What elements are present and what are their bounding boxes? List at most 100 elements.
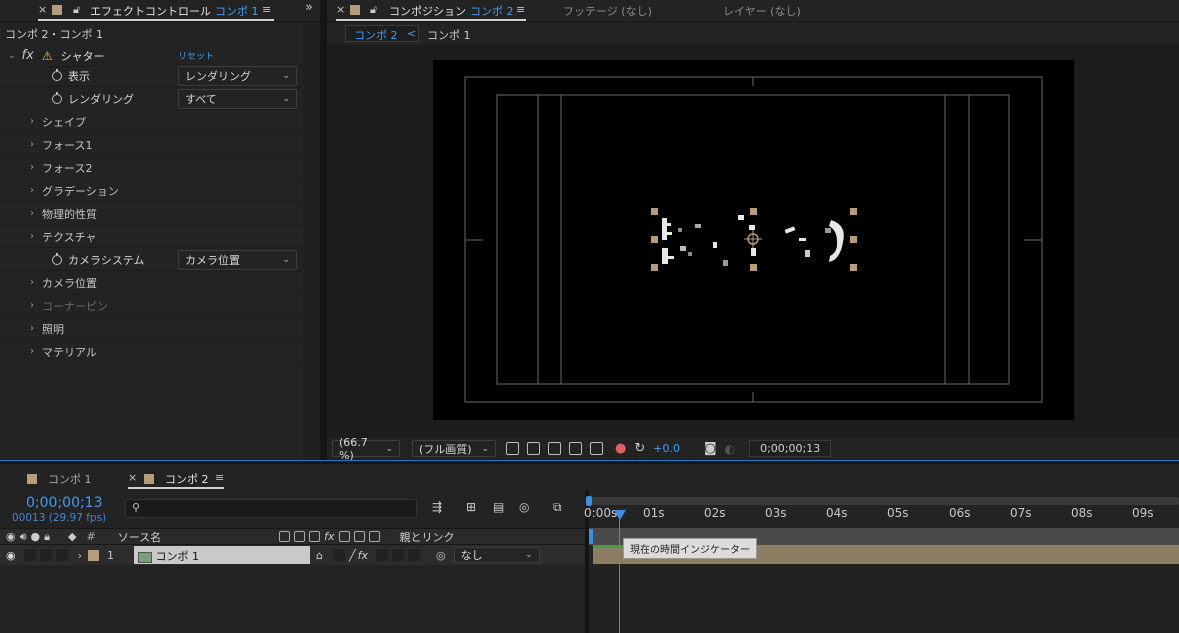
solo-toggle[interactable]: [39, 549, 52, 561]
transparency-grid-icon[interactable]: [527, 442, 540, 455]
group-row-camera-position[interactable]: › カメラ位置: [0, 272, 302, 294]
tab-composition[interactable]: コンポジション: [389, 3, 466, 19]
group-row-lighting[interactable]: › 照明: [0, 318, 302, 340]
graph-editor-icon[interactable]: ⧉: [553, 500, 562, 515]
fx-switch-icon[interactable]: fx: [324, 530, 334, 543]
quality-switch-icon[interactable]: ╱: [349, 549, 356, 562]
3d-layer-icon[interactable]: [368, 531, 380, 542]
tab-close-icon[interactable]: ×: [38, 3, 47, 16]
camera-system-dropdown[interactable]: カメラ位置 ⌄: [178, 250, 297, 270]
composition-viewer[interactable]: [433, 60, 1074, 420]
stopwatch-icon[interactable]: [52, 91, 62, 104]
group-row-physics[interactable]: › 物理的性質: [0, 203, 302, 225]
audio-toggle[interactable]: [23, 549, 36, 561]
snapshot-camera-icon[interactable]: ◙: [704, 441, 717, 456]
stopwatch-icon[interactable]: [52, 68, 62, 81]
color-channel-icon[interactable]: ●: [615, 441, 626, 456]
reset-link[interactable]: リセット: [178, 49, 214, 62]
lock-toggle[interactable]: [55, 549, 68, 561]
chevron-down-icon[interactable]: ⌄: [8, 51, 16, 61]
column-source-name[interactable]: ソース名: [118, 529, 161, 545]
show-snapshot-icon[interactable]: ◐: [725, 442, 735, 456]
shy-switch-icon[interactable]: ⌂: [316, 549, 323, 562]
eye-icon[interactable]: ◉: [6, 530, 16, 543]
tab-layer[interactable]: レイヤー (なし): [723, 3, 801, 19]
zoom-dropdown[interactable]: (66.7 %) ⌄: [332, 436, 400, 462]
shy-layers-icon[interactable]: ▤: [493, 500, 504, 514]
group-row-texture[interactable]: › テクスチャ: [0, 226, 302, 248]
draft-3d-icon[interactable]: ⊞: [466, 500, 476, 514]
fx-switch[interactable]: fx: [358, 549, 368, 562]
collapse-icon[interactable]: [294, 531, 306, 542]
chevron-right-icon[interactable]: ›: [30, 139, 34, 150]
time-navigator-start-handle[interactable]: [586, 496, 592, 506]
adjustment-layer-icon[interactable]: [353, 531, 365, 542]
chevron-right-icon[interactable]: ›: [30, 277, 34, 288]
exposure-value[interactable]: +0.0: [653, 442, 680, 455]
current-time-indicator-line[interactable]: [619, 510, 620, 633]
expand-icon[interactable]: »: [305, 0, 313, 15]
chevron-right-icon[interactable]: ›: [30, 162, 34, 173]
comp-timecode[interactable]: 0;00;00;13: [749, 440, 832, 457]
parent-dropdown[interactable]: なし ⌄: [453, 547, 540, 563]
comp-flowchart-icon[interactable]: ⇶: [432, 500, 442, 514]
switches-icon[interactable]: [279, 531, 291, 542]
panel-menu-icon[interactable]: ≡: [215, 471, 224, 484]
tab-effect-controls[interactable]: エフェクトコントロール: [90, 3, 211, 19]
adjustment-switch[interactable]: [392, 549, 405, 561]
quality-icon[interactable]: [309, 531, 321, 542]
column-parent-link[interactable]: 親とリンク: [400, 529, 455, 545]
chevron-right-icon[interactable]: ›: [30, 346, 34, 357]
current-timecode[interactable]: 0;00;00;13: [26, 495, 103, 511]
group-row-force1[interactable]: › フォース1: [0, 134, 302, 156]
tab-close-icon[interactable]: ×: [336, 3, 345, 16]
timeline-search-field[interactable]: ⚲: [125, 499, 417, 518]
motion-blur-icon[interactable]: [338, 531, 350, 542]
safe-zones-icon[interactable]: [569, 442, 582, 455]
chevron-right-icon[interactable]: ›: [30, 185, 34, 196]
comp-navigator-parent[interactable]: コンポ 1: [427, 27, 471, 43]
chevron-right-icon[interactable]: ›: [30, 231, 34, 242]
motion-blur-switch[interactable]: [376, 549, 389, 561]
grid-icon[interactable]: [590, 442, 603, 455]
chevron-right-icon[interactable]: ›: [78, 549, 82, 562]
work-area-start-handle[interactable]: [589, 529, 593, 544]
tab-footage[interactable]: フッテージ (なし): [563, 3, 652, 19]
comp-navigator-current[interactable]: コンポ 2 <: [345, 25, 419, 42]
audio-icon[interactable]: 🔊︎: [20, 530, 27, 544]
timeline-body[interactable]: [589, 565, 1179, 633]
group-row-gradient[interactable]: › グラデーション: [0, 180, 302, 202]
mask-visibility-icon[interactable]: [548, 442, 561, 455]
frame-blending-icon[interactable]: ◎: [519, 500, 529, 514]
group-row-corner-pin[interactable]: › コーナーピン: [0, 295, 302, 317]
scrollbar-track[interactable]: [302, 22, 320, 460]
reset-exposure-icon[interactable]: ↻: [634, 441, 645, 456]
effect-header-row[interactable]: ⌄ fx ⚠ シャター リセット: [0, 45, 302, 67]
chevron-right-icon[interactable]: ›: [30, 208, 34, 219]
label-tag-icon[interactable]: ◆: [68, 530, 76, 543]
solo-icon[interactable]: ●: [31, 530, 41, 543]
tab-close-icon[interactable]: ×: [128, 471, 137, 484]
layer-name-cell[interactable]: コンポ 1: [134, 546, 311, 564]
panel-menu-icon[interactable]: ≡: [262, 3, 271, 16]
lock-icon[interactable]: 🔒︎: [44, 530, 50, 544]
layer-label-color[interactable]: [88, 549, 100, 561]
lock-icon[interactable]: 🔓︎: [370, 3, 377, 17]
group-row-material[interactable]: › マテリアル: [0, 341, 302, 363]
current-time-indicator-handle[interactable]: [614, 510, 626, 520]
resolution-dropdown[interactable]: (フル画質) ⌄: [412, 440, 496, 457]
fast-preview-icon[interactable]: [506, 442, 519, 455]
layer-row[interactable]: ◉ › 1 コンポ 1 ⌂ ╱ fx ◎ なし ⌄: [0, 545, 585, 565]
chevron-right-icon[interactable]: ›: [30, 116, 34, 127]
timeline-tab-comp1[interactable]: コンポ 1: [48, 471, 92, 487]
chevron-right-icon[interactable]: ›: [30, 300, 34, 311]
panel-divider-vertical[interactable]: [320, 0, 327, 460]
pick-whip-icon[interactable]: ◎: [436, 549, 446, 562]
render-dropdown[interactable]: すべて ⌄: [178, 89, 297, 109]
chevron-right-icon[interactable]: ›: [30, 323, 34, 334]
3d-switch[interactable]: [408, 549, 421, 561]
visibility-eye-icon[interactable]: ◉: [6, 549, 16, 562]
timeline-tab-comp2[interactable]: コンポ 2: [165, 471, 209, 487]
display-dropdown[interactable]: レンダリング ⌄: [178, 66, 297, 86]
layer-list-empty-area[interactable]: [0, 565, 585, 633]
